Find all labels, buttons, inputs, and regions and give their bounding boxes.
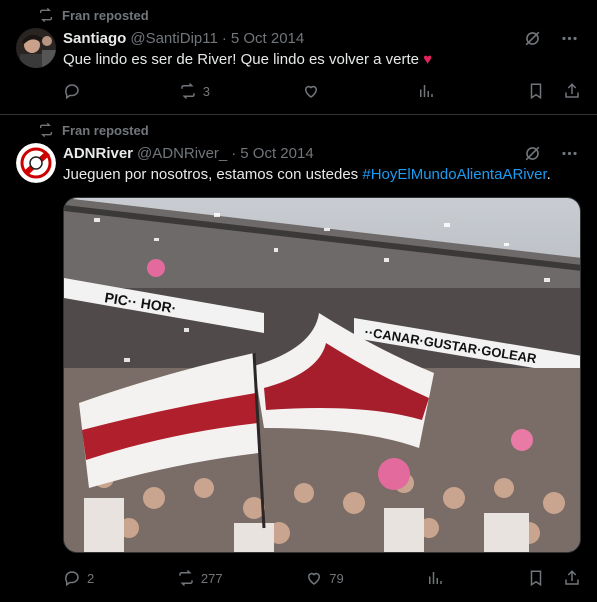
views-button[interactable]	[417, 82, 435, 100]
action-bar: 3	[63, 82, 581, 100]
more-icon[interactable]	[560, 144, 579, 163]
reply-button[interactable]	[63, 82, 87, 100]
post-text: Que lindo es ser de River! Que lindo es …	[63, 51, 432, 68]
post-top-actions	[523, 29, 579, 48]
stadium-crowd-image: PIC·· HOR· ··CANAR·GUSTAR·GOLEAR	[64, 198, 580, 552]
like-button[interactable]: 79	[305, 569, 344, 587]
views-button[interactable]	[426, 569, 444, 587]
views-icon	[420, 85, 434, 97]
repost-icon	[40, 122, 52, 138]
bookmark-button[interactable]	[527, 569, 545, 587]
share-icon	[565, 83, 579, 98]
post-top-actions	[523, 144, 579, 163]
share-button[interactable]	[563, 82, 581, 100]
reply-button[interactable]: 2	[63, 569, 94, 587]
repost-indicator: Fran reposted	[38, 122, 149, 138]
heart-icon	[304, 85, 317, 98]
repost-count: 3	[202, 83, 210, 99]
reply-count: 2	[87, 570, 95, 586]
post-date[interactable]: 5 Oct 2014	[240, 145, 313, 162]
repost-count: 277	[200, 570, 223, 586]
action-bar: 2 277 79	[63, 569, 581, 587]
river-logo-avatar[interactable]	[16, 143, 56, 183]
post-text: Jueguen por nosotros, estamos con ustede…	[63, 166, 551, 183]
post-body: Que lindo es ser de River! Que lindo es …	[63, 51, 420, 68]
separator: ·	[221, 30, 227, 47]
views-icon	[429, 572, 443, 584]
post-body-end: .	[546, 166, 551, 183]
share-icon	[565, 570, 579, 585]
separator: ·	[231, 145, 237, 162]
bookmark-icon	[530, 570, 542, 587]
avatar[interactable]	[16, 28, 56, 68]
reply-icon	[65, 84, 79, 100]
repost-icon	[40, 7, 52, 23]
repost-indicator: Fran reposted	[38, 7, 149, 23]
post-2[interactable]: Fran reposted ADNRiver @ADNRiver_ · 5 Oc…	[0, 115, 597, 602]
more-icon[interactable]	[560, 29, 579, 48]
hashtag-link[interactable]: #HoyElMundoAlientaARiver	[362, 166, 546, 183]
repost-icon	[179, 569, 193, 587]
display-name[interactable]: Santiago	[63, 30, 126, 47]
post-header: Santiago @SantiDip11 · 5 Oct 2014	[63, 30, 304, 47]
like-count: 79	[329, 570, 344, 586]
repost-button[interactable]: 277	[177, 569, 223, 587]
bookmark-icon	[530, 83, 542, 100]
like-button[interactable]	[302, 82, 326, 100]
post-image[interactable]: PIC·· HOR· ··CANAR·GUSTAR·GOLEAR	[63, 197, 581, 553]
post-1[interactable]: Fran reposted Santiago @SantiDip11 · 5 O…	[0, 0, 597, 115]
share-button[interactable]	[563, 569, 581, 587]
repost-button[interactable]: 3	[179, 82, 210, 100]
user-handle[interactable]: @SantiDip11	[130, 30, 218, 47]
display-name[interactable]: ADNRiver	[63, 145, 133, 162]
grok-icon[interactable]	[523, 144, 542, 163]
bookmark-button[interactable]	[527, 82, 545, 100]
repost-label: Fran reposted	[62, 7, 149, 23]
post-date[interactable]: 5 Oct 2014	[231, 30, 304, 47]
post-body: Jueguen por nosotros, estamos con ustede…	[63, 166, 363, 183]
heart-icon	[308, 572, 321, 585]
repost-label: Fran reposted	[62, 122, 149, 138]
repost-icon	[180, 82, 195, 100]
heart-emoji: ♥	[423, 51, 433, 68]
post-header: ADNRiver @ADNRiver_ · 5 Oct 2014	[63, 145, 314, 162]
grok-icon[interactable]	[523, 29, 542, 48]
user-handle[interactable]: @ADNRiver_	[137, 145, 227, 162]
reply-icon	[65, 571, 79, 587]
